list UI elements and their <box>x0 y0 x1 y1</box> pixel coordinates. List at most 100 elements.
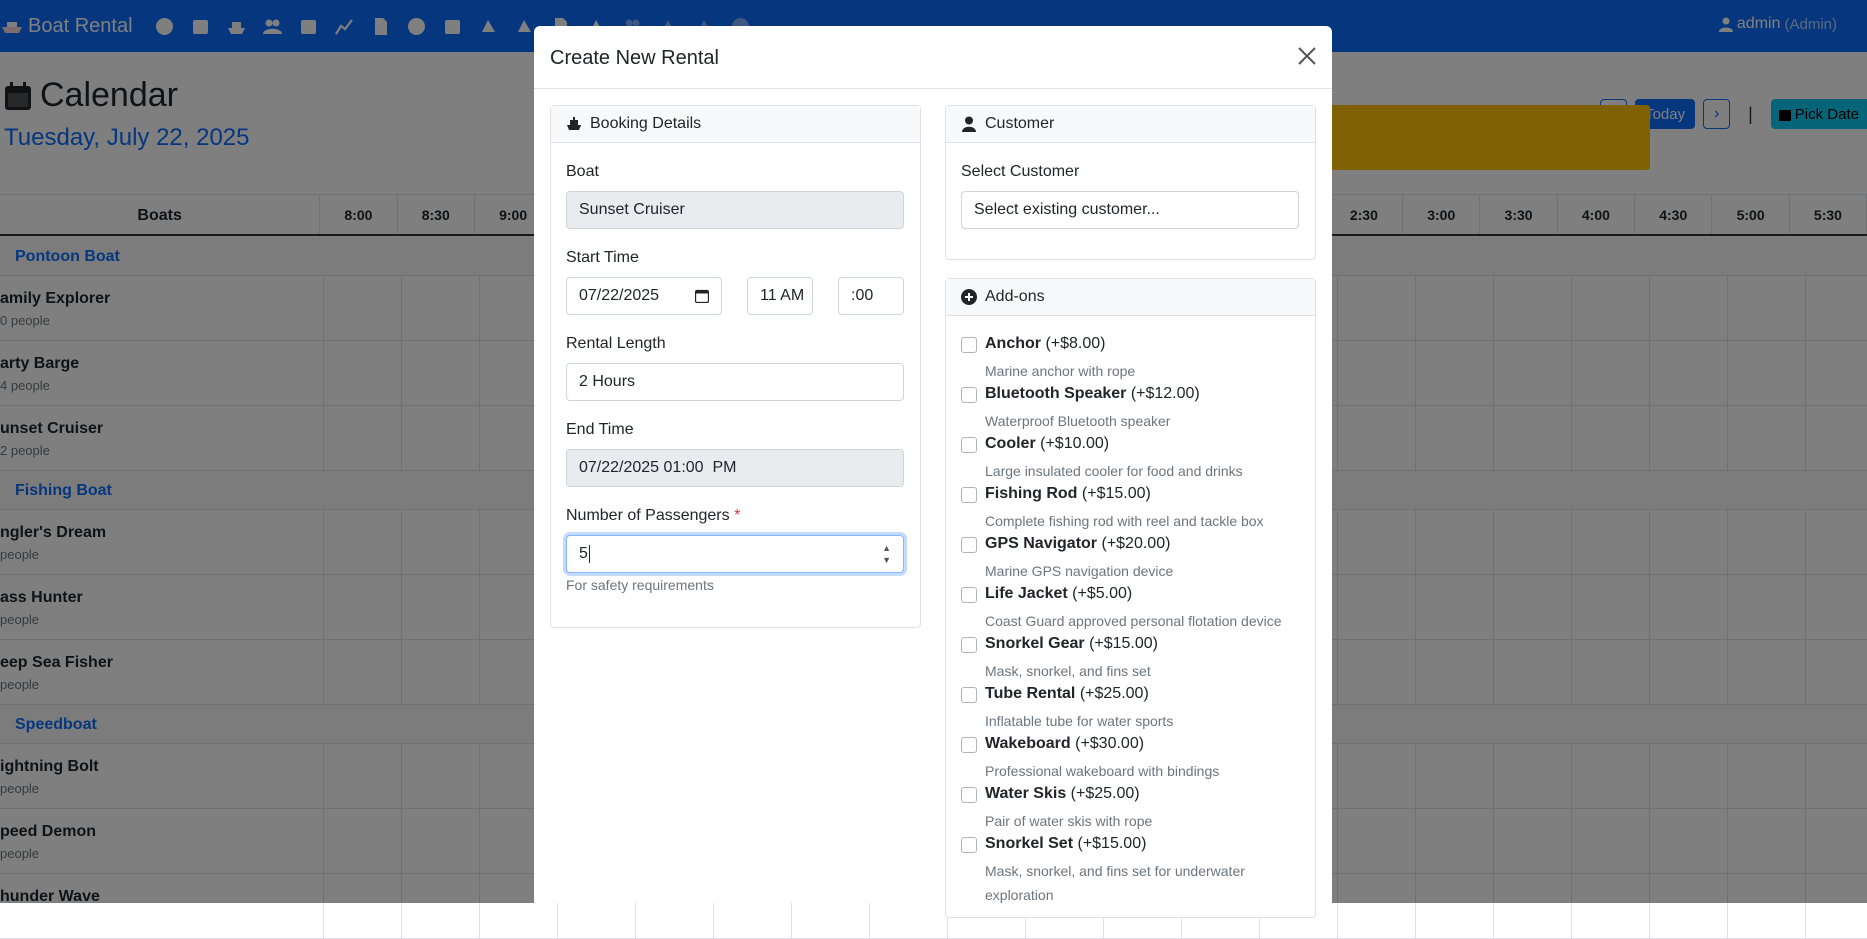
addon-checkbox[interactable] <box>961 737 977 753</box>
addon-price: (+$20.00) <box>1101 535 1171 552</box>
addon-name: Cooler <box>985 435 1036 452</box>
addon-checkbox[interactable] <box>961 587 977 603</box>
addon-checkbox[interactable] <box>961 487 977 503</box>
addon-price: (+$12.00) <box>1130 385 1200 402</box>
addon-name: Anchor <box>985 335 1041 352</box>
addon-name: Snorkel Set <box>985 835 1074 852</box>
start-hour-select[interactable]: 11 AM <box>747 277 813 315</box>
start-date-value: 07/22/2025 <box>579 287 660 304</box>
passengers-help: For safety requirements <box>566 577 714 593</box>
addon-description: Mask, snorkel, and fins set <box>985 663 1151 679</box>
rental-length-select[interactable]: 2 Hours <box>566 363 904 401</box>
end-time-field: 07/22/2025 01:00 PM <box>566 449 904 487</box>
customer-card: Customer Select Customer Select existing… <box>945 105 1316 260</box>
start-hour-value: 11 AM <box>760 287 805 304</box>
create-rental-modal: Create New Rental Booking Details Boat S… <box>534 26 1332 918</box>
addon-label[interactable]: Tube Rental (+$25.00) <box>985 685 1149 703</box>
addon-description: Inflatable tube for water sports <box>985 713 1174 729</box>
customer-select-value: Select existing customer... <box>974 201 1160 218</box>
text-cursor <box>588 545 590 563</box>
rental-length-label: Rental Length <box>566 335 666 352</box>
addon-price: (+$5.00) <box>1072 585 1133 602</box>
number-spinner[interactable]: ▲ ▼ <box>882 542 891 566</box>
addon-description: Waterproof Bluetooth speaker <box>985 413 1171 429</box>
boat-value: Sunset Cruiser <box>579 201 685 218</box>
addon-price: (+$25.00) <box>1079 685 1149 702</box>
addon-name: GPS Navigator <box>985 535 1098 552</box>
end-time-label: End Time <box>566 421 634 438</box>
addon-name: Life Jacket <box>985 585 1068 602</box>
plus-circle-icon <box>961 289 977 305</box>
addons-card: Add-ons Anchor (+$8.00) Marine anchor wit… <box>945 278 1316 918</box>
boat-label: Boat <box>566 163 599 180</box>
booking-details-title: Booking Details <box>590 115 702 132</box>
addon-label[interactable]: Cooler (+$10.00) <box>985 435 1109 453</box>
user-icon <box>962 116 976 132</box>
addon-label[interactable]: Anchor (+$8.00) <box>985 335 1106 353</box>
passengers-input[interactable]: 5 ▲ ▼ <box>566 535 904 573</box>
addon-name: Bluetooth Speaker <box>985 385 1127 402</box>
addon-name: Fishing Rod <box>985 485 1078 502</box>
addon-price: (+$15.00) <box>1089 635 1158 652</box>
close-button[interactable] <box>1296 45 1318 67</box>
customer-title: Customer <box>985 115 1055 132</box>
addons-header: Add-ons <box>946 279 1315 316</box>
passengers-label: Number of Passengers * <box>566 507 740 525</box>
addon-description: Large insulated cooler for food and drin… <box>985 463 1243 479</box>
addon-description: Pair of water skis with rope <box>985 813 1153 829</box>
addon-checkbox[interactable] <box>961 837 977 853</box>
start-date-input[interactable]: 07/22/2025 <box>566 277 722 315</box>
addon-price: (+$8.00) <box>1045 335 1106 352</box>
booking-details-header: Booking Details <box>551 106 920 143</box>
start-minute-select[interactable]: :00 <box>838 277 904 315</box>
addon-checkbox[interactable] <box>961 437 977 453</box>
addon-label[interactable]: GPS Navigator (+$20.00) <box>985 535 1170 553</box>
modal-header: Create New Rental <box>534 26 1332 89</box>
boat-field: Sunset Cruiser <box>566 191 904 229</box>
customer-select[interactable]: Select existing customer... <box>961 191 1299 229</box>
addon-checkbox[interactable] <box>961 387 977 403</box>
addon-name: Water Skis <box>985 785 1067 802</box>
start-time-label: Start Time <box>566 249 639 266</box>
close-icon <box>1298 47 1316 65</box>
addons-title: Add-ons <box>985 288 1045 305</box>
addon-checkbox[interactable] <box>961 537 977 553</box>
addon-label[interactable]: Water Skis (+$25.00) <box>985 785 1140 803</box>
addon-checkbox[interactable] <box>961 687 977 703</box>
addon-price: (+$25.00) <box>1070 785 1140 802</box>
addon-description: Complete fishing rod with reel and tackl… <box>985 513 1264 529</box>
addon-checkbox[interactable] <box>961 337 977 353</box>
addon-checkbox[interactable] <box>961 787 977 803</box>
calendar-icon[interactable] <box>695 289 709 303</box>
passengers-label-text: Number of Passengers <box>566 507 730 524</box>
required-marker: * <box>734 507 741 524</box>
end-time-value: 07/22/2025 01:00 PM <box>579 459 737 476</box>
modal-title: Create New Rental <box>550 47 719 69</box>
customer-header: Customer <box>946 106 1315 143</box>
addon-price: (+$30.00) <box>1075 735 1145 752</box>
addon-price: (+$15.00) <box>1077 835 1147 852</box>
passengers-value: 5 <box>579 545 588 562</box>
addon-label[interactable]: Wakeboard (+$30.00) <box>985 735 1144 753</box>
addon-label[interactable]: Life Jacket (+$5.00) <box>985 585 1132 603</box>
rental-length-value: 2 Hours <box>579 373 636 390</box>
addon-description: Mask, snorkel, and fins set for underwat… <box>985 863 1245 903</box>
start-minute-value: :00 <box>851 287 874 304</box>
addon-name: Tube Rental <box>985 685 1076 702</box>
addon-description: Marine GPS navigation device <box>985 563 1174 579</box>
booking-details-card: Booking Details Boat Sunset Cruiser Star… <box>550 105 921 628</box>
addon-name: Wakeboard <box>985 735 1071 752</box>
addon-label[interactable]: Snorkel Set (+$15.00) <box>985 835 1146 853</box>
addon-price: (+$15.00) <box>1081 485 1151 502</box>
ship-icon <box>567 117 581 130</box>
addon-label[interactable]: Fishing Rod (+$15.00) <box>985 485 1151 503</box>
select-customer-label: Select Customer <box>961 163 1080 180</box>
addon-checkbox[interactable] <box>961 637 977 653</box>
addon-price: (+$10.00) <box>1040 435 1110 452</box>
addon-label[interactable]: Snorkel Gear (+$15.00) <box>985 635 1158 653</box>
addon-description: Professional wakeboard with bindings <box>985 763 1220 779</box>
addon-label[interactable]: Bluetooth Speaker (+$12.00) <box>985 385 1200 403</box>
addon-description: Marine anchor with rope <box>985 363 1136 379</box>
addon-description: Coast Guard approved personal flotation … <box>985 613 1282 629</box>
addon-name: Snorkel Gear <box>985 635 1085 652</box>
